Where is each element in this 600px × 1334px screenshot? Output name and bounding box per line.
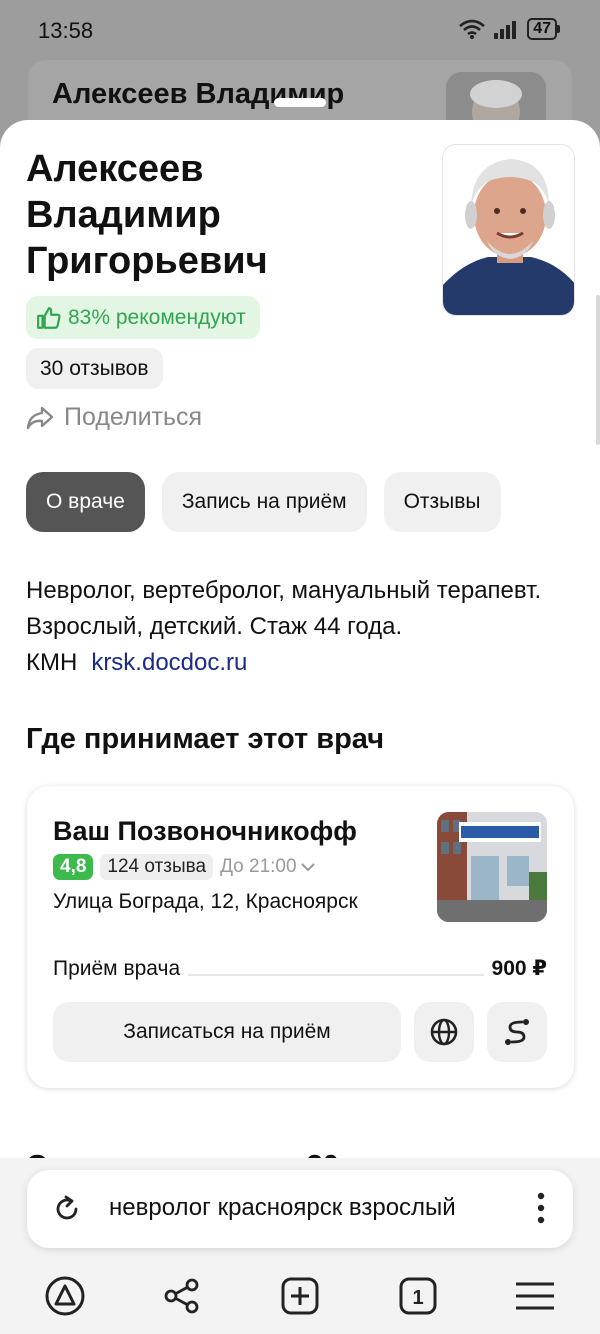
- section-title-where: Где принимает этот врач: [26, 723, 385, 755]
- share-nav-button[interactable]: [160, 1274, 204, 1318]
- tabs-button[interactable]: 1: [396, 1274, 440, 1318]
- tab-appointment[interactable]: Запись на приём: [161, 472, 367, 532]
- doctor-photo[interactable]: [442, 144, 575, 316]
- clinic-hours[interactable]: До 21:00: [220, 856, 315, 878]
- globe-icon: [430, 1018, 458, 1046]
- share-icon: [164, 1278, 199, 1314]
- battery-level: 47: [527, 18, 557, 40]
- book-appointment-label: Записаться на приём: [123, 1020, 331, 1043]
- tab-about[interactable]: О враче: [26, 472, 145, 532]
- clinic-meta: 4,8 124 отзыва До 21:00: [53, 854, 315, 880]
- tab-reviews-label: Отзывы: [403, 490, 481, 513]
- recommend-badge: 83% рекомендуют: [26, 296, 260, 339]
- share-label: Поделиться: [64, 403, 203, 431]
- route-icon: [505, 1019, 529, 1045]
- clinic-photo[interactable]: [437, 812, 547, 922]
- search-query[interactable]: невролог красноярск взрослый: [109, 1194, 456, 1222]
- recommend-text: 83% рекомендуют: [68, 305, 246, 329]
- reviews-badge[interactable]: 30 отзывов: [26, 348, 163, 389]
- hamburger-menu-icon: [516, 1282, 554, 1310]
- tab-bar: О враче Запись на приём Отзывы: [26, 472, 501, 532]
- alice-assistant-button[interactable]: [43, 1274, 87, 1318]
- status-bar: 13:58 47: [0, 0, 600, 60]
- source-link[interactable]: krsk.docdoc.ru: [91, 649, 247, 676]
- website-button[interactable]: [414, 1002, 474, 1062]
- tabs-count: 1: [412, 1287, 423, 1309]
- tab-appointment-label: Запись на приём: [181, 490, 347, 513]
- price-row: Приём врача 900 ₽: [53, 956, 547, 981]
- share-arrow-icon: [26, 406, 54, 429]
- book-appointment-button[interactable]: Записаться на приём: [53, 1002, 401, 1062]
- reviews-count: 30 отзывов: [40, 356, 149, 380]
- reload-icon[interactable]: [53, 1195, 81, 1223]
- clinic-rating: 4,8: [53, 854, 94, 880]
- chevron-down-icon: [300, 863, 315, 872]
- service-name: Приём врача: [53, 956, 181, 980]
- status-icons: 47: [459, 18, 560, 40]
- scrollbar[interactable]: [596, 295, 600, 445]
- more-vertical-icon[interactable]: [537, 1192, 545, 1224]
- alice-icon: [45, 1276, 85, 1316]
- tabs-counter-icon: 1: [399, 1277, 437, 1315]
- tab-about-label: О враче: [46, 490, 125, 513]
- clinic-hours-text: До 21:00: [220, 856, 297, 877]
- clinic-reviews[interactable]: 124 отзыва: [100, 854, 214, 880]
- plus-square-icon: [281, 1277, 319, 1315]
- thumbs-up-icon: [37, 306, 61, 329]
- signal-icon: [494, 21, 517, 39]
- browser-navbar: 1: [0, 1262, 600, 1330]
- share-button[interactable]: Поделиться: [26, 403, 202, 432]
- status-time: 13:58: [38, 18, 94, 43]
- doctor-description: Невролог, вертебролог, мануальный терапе…: [26, 573, 576, 681]
- service-price: 900 ₽: [491, 957, 547, 980]
- clinic-address: Улица Бограда, 12, Красноярск: [53, 890, 358, 913]
- wifi-icon: [459, 19, 486, 39]
- doctor-sheet: Алексеев Владимир Григорьевич 83% рекоме…: [0, 120, 600, 1160]
- search-bar[interactable]: невролог красноярск взрослый: [27, 1170, 573, 1248]
- battery-icon: 47: [527, 18, 560, 40]
- clinic-card[interactable]: Ваш Позвоночникофф 4,8 124 отзыва До 21:…: [27, 786, 574, 1088]
- sheet-drag-handle[interactable]: [274, 98, 326, 107]
- clinic-name[interactable]: Ваш Позвоночникофф: [53, 816, 357, 847]
- doctor-name: Алексеев Владимир Григорьевич: [26, 148, 268, 282]
- menu-button[interactable]: [513, 1274, 557, 1318]
- new-tab-button[interactable]: [278, 1274, 322, 1318]
- tab-reviews[interactable]: Отзывы: [383, 472, 501, 532]
- route-button[interactable]: [487, 1002, 547, 1062]
